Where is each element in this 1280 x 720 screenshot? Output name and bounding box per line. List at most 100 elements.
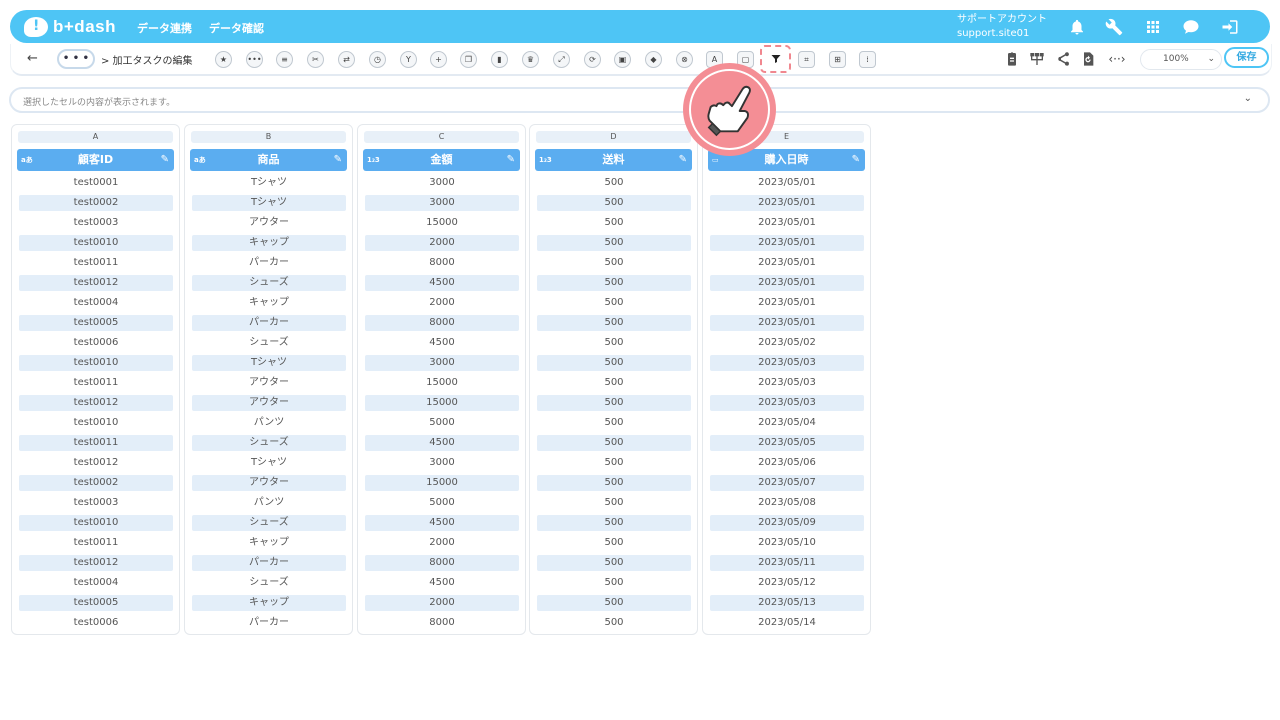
table-cell[interactable]: シューズ xyxy=(192,435,346,451)
table-cell[interactable]: 4500 xyxy=(365,575,519,591)
table-cell[interactable]: test0012 xyxy=(19,555,173,571)
back-arrow-icon[interactable]: ← xyxy=(27,51,38,66)
table-cell[interactable]: 2023/05/10 xyxy=(710,535,864,551)
table-cell[interactable]: 8000 xyxy=(365,615,519,631)
table-cell[interactable]: 2023/05/01 xyxy=(710,275,864,291)
table-cell[interactable]: 2023/05/11 xyxy=(710,555,864,571)
table-cell[interactable]: 4500 xyxy=(365,515,519,531)
table-cell[interactable]: キャップ xyxy=(192,535,346,551)
table-cell[interactable]: 4500 xyxy=(365,275,519,291)
table-cell[interactable]: 8000 xyxy=(365,315,519,331)
table-cell[interactable]: 2000 xyxy=(365,535,519,551)
table-cell[interactable]: 15000 xyxy=(365,395,519,411)
tools-icon[interactable]: ✂ xyxy=(307,51,324,68)
table-cell[interactable]: 2023/05/01 xyxy=(710,175,864,191)
table-cell[interactable]: アウター xyxy=(192,475,346,491)
table-cell[interactable]: パーカー xyxy=(192,315,346,331)
table-cell[interactable]: test0003 xyxy=(19,495,173,511)
table-cell[interactable]: 500 xyxy=(537,535,691,551)
pencil-icon[interactable]: ✎ xyxy=(852,149,860,171)
app-logo[interactable]: b+dash xyxy=(24,16,116,38)
table-cell[interactable]: 500 xyxy=(537,195,691,211)
table-cell[interactable]: 2023/05/08 xyxy=(710,495,864,511)
table-cell[interactable]: 2023/05/06 xyxy=(710,455,864,471)
table-cell[interactable]: 2023/05/02 xyxy=(710,335,864,351)
table-cell[interactable]: 2023/05/12 xyxy=(710,575,864,591)
cell-content-bar[interactable]: 選択したセルの内容が表示されます。 ⌄ xyxy=(9,87,1270,113)
lock-icon[interactable]: ▣ xyxy=(614,51,631,68)
copy-icon[interactable]: ❐ xyxy=(460,51,477,68)
table-cell[interactable]: 500 xyxy=(537,555,691,571)
table-cell[interactable]: test0010 xyxy=(19,355,173,371)
table-cell[interactable]: パーカー xyxy=(192,615,346,631)
table-cell[interactable]: 500 xyxy=(537,415,691,431)
table-cell[interactable]: 3000 xyxy=(365,195,519,211)
table-cell[interactable]: test0011 xyxy=(19,435,173,451)
account-info[interactable]: サポートアカウント support.site01 xyxy=(957,13,1047,41)
table-cell[interactable]: test0012 xyxy=(19,275,173,291)
table-cell[interactable]: 3000 xyxy=(365,455,519,471)
table-cell[interactable]: Tシャツ xyxy=(192,195,346,211)
column-header[interactable]: 1₂3 金額 ✎ xyxy=(363,149,520,171)
column-header[interactable]: 1₂3 送料 ✎ xyxy=(535,149,692,171)
table-cell[interactable]: test0011 xyxy=(19,375,173,391)
hierarchy-icon[interactable] xyxy=(1028,50,1046,68)
table-cell[interactable]: 15000 xyxy=(365,375,519,391)
table-cell[interactable]: 500 xyxy=(537,235,691,251)
table-cell[interactable]: 3000 xyxy=(365,355,519,371)
chevron-down-icon[interactable]: ⌄ xyxy=(1244,93,1252,104)
table-cell[interactable]: 2023/05/01 xyxy=(710,195,864,211)
table-cell[interactable]: 2000 xyxy=(365,295,519,311)
code-icon[interactable]: ‹··› xyxy=(1104,50,1130,68)
table-cell[interactable]: パンツ xyxy=(192,495,346,511)
table-cell[interactable]: パーカー xyxy=(192,555,346,571)
table-cell[interactable]: 500 xyxy=(537,475,691,491)
table-cell[interactable]: 15000 xyxy=(365,475,519,491)
table-cell[interactable]: 500 xyxy=(537,375,691,391)
table-cell[interactable]: 500 xyxy=(537,455,691,471)
table-cell[interactable]: 500 xyxy=(537,595,691,611)
pencil-icon[interactable]: ✎ xyxy=(334,149,342,171)
table-cell[interactable]: 8000 xyxy=(365,555,519,571)
table-cell[interactable]: 4500 xyxy=(365,435,519,451)
table-cell[interactable]: 5000 xyxy=(365,415,519,431)
pencil-icon[interactable]: ✎ xyxy=(507,149,515,171)
table-cell[interactable]: シューズ xyxy=(192,335,346,351)
list-icon[interactable]: ≡ xyxy=(276,51,293,68)
table-cell[interactable]: キャップ xyxy=(192,295,346,311)
table-cell[interactable]: 500 xyxy=(537,295,691,311)
table-cell[interactable]: test0010 xyxy=(19,515,173,531)
table-cell[interactable]: アウター xyxy=(192,395,346,411)
table-cell[interactable]: 500 xyxy=(537,435,691,451)
table-cell[interactable]: 500 xyxy=(537,395,691,411)
crown-icon[interactable]: ♛ xyxy=(522,51,539,68)
more-menu-button[interactable]: • • • xyxy=(57,49,95,69)
table-cell[interactable]: 2023/05/04 xyxy=(710,415,864,431)
table-cell[interactable]: Tシャツ xyxy=(192,175,346,191)
column-letter[interactable]: B xyxy=(191,131,346,143)
table-icon[interactable]: ⊞ xyxy=(829,51,846,68)
table-cell[interactable]: Tシャツ xyxy=(192,455,346,471)
table-cell[interactable]: 2023/05/09 xyxy=(710,515,864,531)
filter-icon[interactable] xyxy=(760,45,791,73)
file-refresh-icon[interactable] xyxy=(1079,50,1097,68)
chat-icon[interactable] xyxy=(1181,17,1201,37)
table-cell[interactable]: 2000 xyxy=(365,595,519,611)
table-cell[interactable]: test0002 xyxy=(19,475,173,491)
box-icon[interactable]: ◆ xyxy=(645,51,662,68)
table-cell[interactable]: test0010 xyxy=(19,235,173,251)
split-icon[interactable]: ⌗ xyxy=(798,51,815,68)
table-cell[interactable]: シューズ xyxy=(192,275,346,291)
table-cell[interactable]: test0004 xyxy=(19,295,173,311)
table-cell[interactable]: キャップ xyxy=(192,595,346,611)
table-cell[interactable]: 500 xyxy=(537,315,691,331)
table-cell[interactable]: test0003 xyxy=(19,215,173,231)
table-cell[interactable]: アウター xyxy=(192,375,346,391)
nav-data-check[interactable]: データ確認 xyxy=(209,20,264,36)
table-cell[interactable]: 500 xyxy=(537,575,691,591)
table-cell[interactable]: 2023/05/01 xyxy=(710,215,864,231)
table-cell[interactable]: test0010 xyxy=(19,415,173,431)
save-button[interactable]: 保存 xyxy=(1224,47,1269,68)
table-cell[interactable]: 2023/05/03 xyxy=(710,375,864,391)
share-icon[interactable] xyxy=(1054,50,1072,68)
